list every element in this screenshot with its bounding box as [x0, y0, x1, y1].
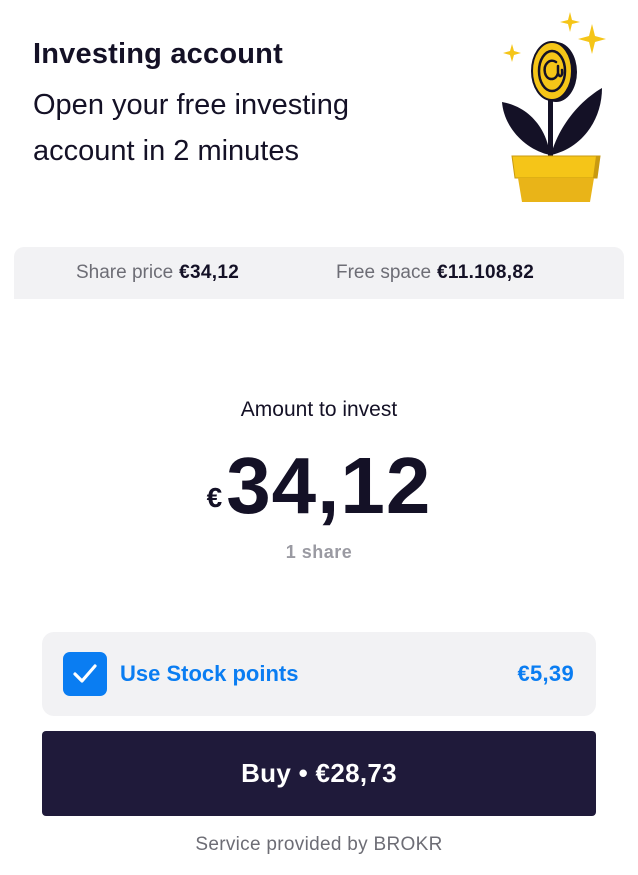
free-space-value: €11.108,82: [437, 262, 535, 283]
free-space: Free space €11.108,82: [336, 262, 534, 284]
checkmark-icon: [73, 664, 97, 683]
service-provider-note: Service provided by BROKR: [195, 834, 443, 855]
info-bar: Share price €34,12 Free space €11.108,82: [14, 247, 624, 299]
sparkle-icon: [503, 44, 521, 62]
share-count: 1 share: [285, 542, 353, 562]
currency-symbol: €: [206, 482, 223, 513]
share-price: Share price €34,12: [76, 262, 239, 284]
free-space-label: Free space: [336, 262, 432, 283]
sparkle-icon: [560, 12, 580, 32]
page-subtitle: Open your free investing account in 2 mi…: [33, 89, 349, 167]
coin-plant-icon: [502, 12, 606, 202]
stock-points-label: Use Stock points: [120, 661, 299, 686]
amount-label: Amount to invest: [240, 398, 398, 421]
stock-points-value: €5,39: [517, 661, 574, 686]
sparkle-icon: [578, 24, 606, 54]
header: Investing account Open your free investi…: [0, 0, 638, 220]
amount-input[interactable]: €34,12: [0, 440, 638, 532]
page-title: Investing account: [33, 38, 283, 70]
amount-value[interactable]: 34,12: [226, 441, 431, 530]
share-price-value: €34,12: [179, 262, 240, 283]
stock-points-toggle[interactable]: Use Stock points €5,39: [42, 632, 596, 716]
stock-points-checkbox[interactable]: [63, 652, 107, 696]
buy-button[interactable]: Buy • €28,73: [42, 731, 596, 816]
share-price-label: Share price: [76, 262, 174, 283]
